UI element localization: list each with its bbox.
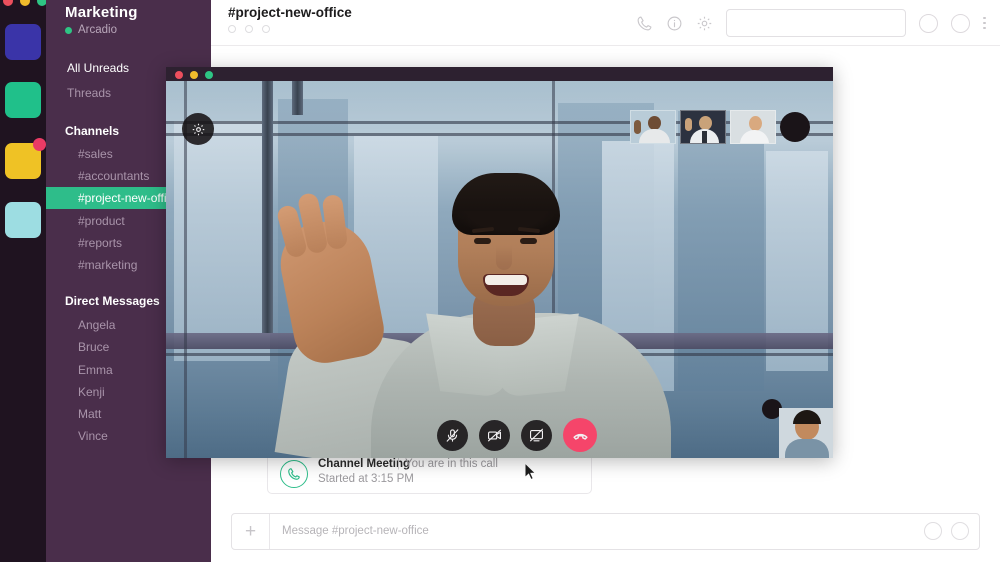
dm-label: Matt [78,407,102,421]
speaker-waving-hand [273,191,389,369]
close-call-window-button[interactable] [175,70,183,79]
participant-4-placeholder[interactable] [780,112,810,142]
hangup-button[interactable] [563,418,597,452]
message-composer[interactable]: + Message #project-new-office [231,513,980,550]
call-separator: | [397,458,400,470]
threads-label: Threads [67,86,112,100]
call-started-time: Started at 3:15 PM [318,473,414,485]
self-view-thumbnail[interactable] [779,408,833,458]
mute-microphone-button[interactable] [437,419,468,451]
slack-app-window: Marketing Arcadio All Unreads Threads Ch… [0,0,1000,562]
search-input[interactable] [726,9,907,37]
call-message-card[interactable]: Channel Meeting | You are in this call S… [267,452,592,494]
video-call-window[interactable] [166,67,833,458]
channel-label: #project-new-office [78,191,180,205]
presence-online-icon [65,26,72,34]
user-name-label: Arcadio [78,24,117,36]
avatar[interactable] [245,25,253,33]
channel-label: #product [78,214,125,228]
avatar[interactable] [228,25,236,33]
participant-1[interactable] [630,110,676,144]
channel-label: #accountants [78,169,150,183]
toggle-screenshare-button[interactable] [521,419,552,451]
speaker-eye-left [474,238,491,244]
phone-call-icon [280,460,308,488]
unread-badge [33,138,46,151]
gear-icon[interactable] [696,15,713,32]
kebab-menu-icon[interactable] [983,16,986,30]
minimize-call-window-button[interactable] [190,70,198,79]
video-stage [166,81,833,458]
workspace-yellow[interactable] [5,138,46,179]
dms-header-label: Direct Messages [65,294,160,308]
channel-topbar: #project-new-office [211,0,1000,46]
dm-label: Emma [78,363,113,377]
avatar-ring-2[interactable] [951,13,971,33]
info-icon[interactable] [666,15,683,32]
participant-3[interactable] [730,110,776,144]
mention-icon[interactable] [951,522,969,540]
member-avatars[interactable] [228,25,270,33]
channels-header-label: Channels [65,124,120,138]
participant-thumbnails [630,110,810,144]
close-window-button[interactable] [3,0,13,6]
participant-2[interactable] [680,110,726,144]
emoji-icon[interactable] [924,522,942,540]
workspace-name[interactable]: Marketing [65,4,138,21]
speaker-hair [452,173,560,235]
workspace-rail [0,0,47,562]
topbar-actions [636,9,986,37]
phone-icon[interactable] [636,15,653,32]
workspace-indigo[interactable] [5,24,41,60]
dm-label: Angela [78,318,116,332]
speaker-eye-right [520,238,537,244]
speaker-nose [496,246,512,270]
call-settings-button[interactable] [182,113,214,145]
minimize-window-button[interactable] [20,0,30,6]
os-traffic-lights [3,0,47,6]
all-unreads-label: All Unreads [67,61,130,75]
workspace-cyan[interactable] [5,202,41,238]
channel-label: #reports [78,236,123,250]
add-attachment-button[interactable]: + [232,514,270,549]
call-controls [437,418,597,452]
call-status: You are in this call [405,458,498,470]
message-input-placeholder[interactable]: Message #project-new-office [282,525,429,537]
dm-label: Bruce [78,340,110,354]
page-title: #project-new-office [228,5,352,20]
toggle-camera-button[interactable] [479,419,510,451]
zoom-call-window-button[interactable] [205,70,213,79]
channel-label: #sales [78,147,113,161]
avatar-ring-1[interactable] [919,13,939,33]
composer-actions [924,522,969,540]
channel-label: #marketing [78,258,138,272]
call-window-titlebar [166,67,833,81]
dm-label: Kenji [78,385,105,399]
current-user[interactable]: Arcadio [65,24,117,36]
dm-label: Vince [78,429,108,443]
mouse-cursor [524,462,537,481]
workspace-green[interactable] [5,82,41,118]
avatar[interactable] [262,25,270,33]
